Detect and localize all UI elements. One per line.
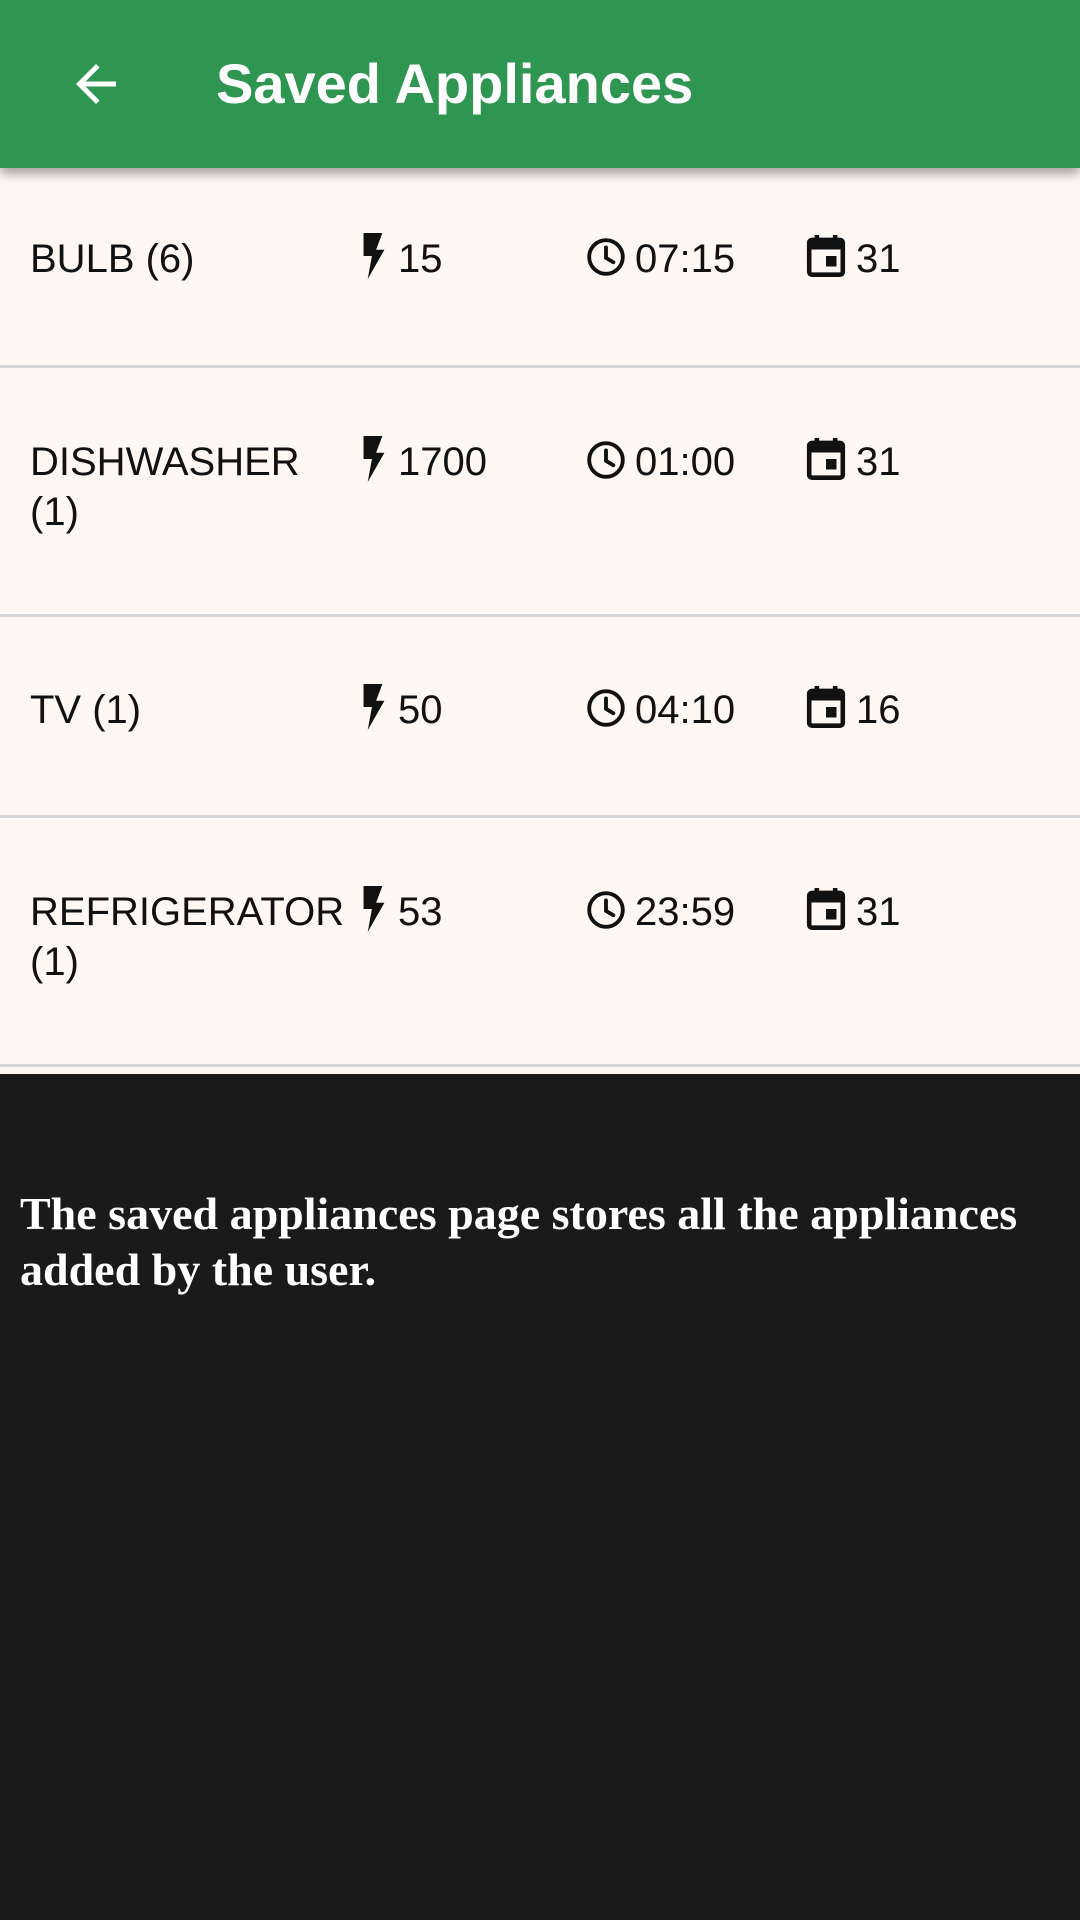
- days-value: 16: [806, 685, 901, 735]
- power-value: 53: [360, 886, 443, 937]
- days-value-text: 16: [856, 688, 901, 732]
- time-value: 04:10: [585, 685, 735, 735]
- flash-icon: [363, 886, 385, 932]
- calendar-icon: [806, 686, 846, 728]
- appliance-row[interactable]: REFRIGERATOR (1) 53 23:59 31: [0, 818, 1080, 1067]
- clock-icon: [587, 689, 625, 727]
- caption-text: The saved appliances page stores all the…: [20, 1188, 1018, 1295]
- appliance-name: BULB (6): [30, 237, 195, 281]
- power-value-text: 15: [398, 237, 443, 281]
- appliance-row[interactable]: TV (1) 50 04:10 16: [0, 617, 1080, 818]
- appliance-name: DISHWASHER (1): [30, 440, 300, 534]
- days-value-text: 31: [856, 890, 901, 934]
- clock-icon: [587, 891, 625, 929]
- calendar-icon: [806, 235, 846, 277]
- flash-icon: [363, 436, 385, 482]
- calendar-icon: [806, 888, 846, 930]
- days-value-text: 31: [856, 237, 901, 281]
- time-value-text: 01:00: [635, 440, 736, 484]
- clock-icon: [587, 441, 625, 479]
- time-value-text: 07:15: [635, 237, 736, 281]
- appliance-row[interactable]: DISHWASHER (1) 1700 01:00 31: [0, 368, 1080, 617]
- app-bar: Saved Appliances: [0, 0, 1080, 168]
- back-button[interactable]: [56, 44, 136, 124]
- appliance-name: REFRIGERATOR (1): [30, 890, 345, 984]
- time-value-text: 23:59: [635, 890, 736, 934]
- clock-icon: [587, 238, 625, 276]
- power-value: 50: [360, 684, 443, 735]
- appliance-row[interactable]: BULB (6) 15 07:15 31: [0, 168, 1080, 368]
- days-value-text: 31: [856, 440, 901, 484]
- flash-icon: [363, 684, 385, 730]
- power-value-text: 1700: [398, 440, 487, 484]
- days-value: 31: [806, 887, 901, 937]
- time-value-text: 04:10: [635, 688, 736, 732]
- time-value: 23:59: [585, 887, 735, 937]
- power-value: 15: [360, 233, 443, 284]
- power-value: 1700: [360, 436, 487, 487]
- power-value-text: 53: [398, 890, 443, 934]
- appliance-list: BULB (6) 15 07:15 31 DISHWASHER (1) 1700…: [0, 168, 1080, 1074]
- time-value: 07:15: [585, 234, 735, 284]
- page-title: Saved Appliances: [216, 52, 694, 115]
- days-value: 31: [806, 234, 901, 284]
- arrow-back-icon: [76, 64, 116, 104]
- appliance-name: TV (1): [30, 688, 142, 732]
- days-value: 31: [806, 437, 901, 487]
- time-value: 01:00: [585, 437, 735, 487]
- calendar-icon: [806, 438, 846, 480]
- flash-icon: [363, 233, 385, 279]
- power-value-text: 50: [398, 688, 443, 732]
